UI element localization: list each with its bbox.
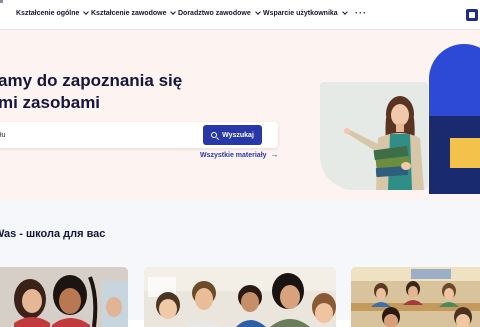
hero-title-line-2: mi zasobami (0, 93, 101, 112)
teacher-illustration (320, 82, 428, 190)
user-icon[interactable] (466, 9, 478, 21)
hero-title: amy do zapoznania się mi zasobami (0, 70, 182, 114)
nav-item-label: Doradztwo zawodowe (178, 10, 251, 17)
search-button[interactable]: Wyszukaj (203, 125, 262, 145)
featured-section: Was - школа для вас (0, 200, 480, 327)
girls-smiling-photo (0, 267, 128, 327)
search-button-label: Wyszukaj (222, 131, 254, 139)
hero-title-line-1: amy do zapoznania się (0, 71, 183, 90)
chevron-down-icon (170, 9, 177, 15)
search-input[interactable] (0, 128, 190, 142)
nav-item-vocational-education[interactable]: Kształcenie zawodowe (91, 9, 177, 17)
more-menu-button[interactable]: ··· (355, 8, 367, 18)
search-icon (211, 132, 218, 138)
teacher-photo (320, 82, 428, 190)
section-title: Was - школа для вас (0, 228, 106, 240)
top-navigation: Kształcenie ogólne Kształcenie zawodowe … (0, 0, 480, 30)
all-materials-label: Wszystkie materiały (200, 151, 267, 159)
chevron-down-icon (341, 9, 348, 15)
logo-fragment (0, 0, 3, 3)
decorative-square (450, 138, 480, 168)
arrow-right-icon: → (270, 150, 279, 159)
chevron-down-icon (83, 9, 90, 15)
nav-item-career-counseling[interactable]: Doradztwo zawodowe (178, 9, 261, 17)
content-card[interactable] (144, 267, 336, 327)
content-card[interactable] (351, 267, 480, 327)
nav-item-general-education[interactable]: Kształcenie ogólne (16, 9, 90, 17)
classroom-students-photo (351, 267, 480, 327)
hero-banner: amy do zapoznania się mi zasobami Wyszuk… (0, 30, 480, 200)
chevron-down-icon (254, 9, 261, 15)
nav-item-user-support[interactable]: Wsparcie użytkownika (263, 9, 348, 17)
content-card[interactable] (0, 267, 128, 327)
nav-item-label: Kształcenie ogólne (16, 10, 80, 17)
nav-item-label: Kształcenie zawodowe (91, 10, 167, 17)
search-bar: Wyszukaj (0, 122, 278, 148)
all-materials-link[interactable]: Wszystkie materiały → (200, 151, 279, 159)
children-in-classroom-photo (144, 267, 336, 327)
nav-item-label: Wsparcie użytkownika (263, 10, 338, 17)
